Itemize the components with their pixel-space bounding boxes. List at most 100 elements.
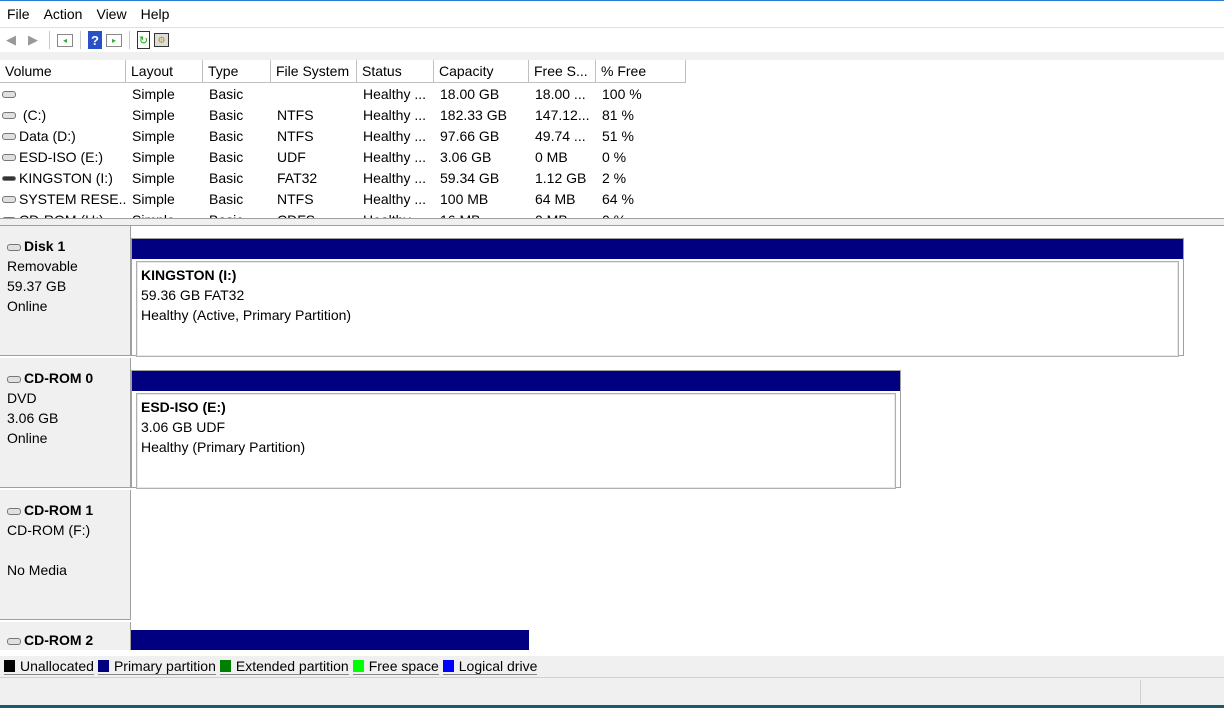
column-header[interactable]: Type (203, 60, 271, 83)
toolbar: ◀ ▶ ◂ ? ▸ ↻ ⚙ (0, 28, 1224, 52)
legend-label: Logical drive (458, 658, 538, 674)
disk-info: DVD (7, 390, 37, 406)
disk-name: CD-ROM 2 (24, 632, 94, 648)
disk-row[interactable]: CD-ROM 0 DVD 3.06 GB Online ESD-ISO (E:) 3.06… (0, 358, 1224, 489)
back-icon[interactable]: ◀ (2, 31, 20, 49)
legend-swatch (442, 660, 454, 672)
legend-item: Extended partition (219, 658, 349, 675)
drive-icon (2, 196, 16, 204)
menu-view[interactable]: View (89, 6, 133, 22)
drive-icon (2, 112, 16, 120)
partition[interactable]: ESD-ISO (E:) 3.06 GB UDF Healthy (Primary … (131, 370, 901, 489)
menu-help[interactable]: Help (134, 6, 177, 22)
disk-row[interactable]: CD-ROM 2 (0, 622, 1224, 650)
disk-info: No Media (7, 562, 67, 578)
help-icon[interactable]: ? (88, 31, 102, 49)
cell: 1.12 GB (535, 169, 587, 186)
volume-name: KINGSTON (I:) (19, 169, 113, 186)
legend-swatch (352, 660, 364, 672)
cell: Simple (132, 169, 175, 186)
status-bar (0, 680, 1224, 705)
cell: 182.33 GB (440, 106, 507, 123)
cell: 100 % (602, 85, 642, 102)
volume-row[interactable]: ESD-ISO (E:) Simple Basic UDF Healthy ... 3.0… (0, 146, 1224, 167)
cell: FAT32 (277, 169, 318, 186)
column-header[interactable]: Free S... (529, 60, 596, 83)
volume-row[interactable]: (C:) Simple Basic NTFS Healthy ... 182.33 GB 1… (0, 104, 1224, 125)
disk-name: CD-ROM 0 (24, 370, 94, 386)
volume-list[interactable]: Volume Layout Type File System Status Capacit… (0, 60, 1224, 218)
partition-size: 3.06 GB UDF (141, 419, 226, 435)
volume-row[interactable]: Simple Basic Healthy ... 18.00 GB 18.00 ... 1… (0, 83, 1224, 104)
legend: Unallocated Primary partition Extended par… (0, 656, 1224, 678)
partition[interactable]: KINGSTON (I:) 59.36 GB FAT32 Healthy (Acti… (131, 238, 1184, 357)
column-header[interactable]: Status (357, 60, 434, 83)
cell: NTFS (277, 106, 314, 123)
column-header[interactable]: File System (271, 60, 357, 83)
cell: Simple (132, 106, 175, 123)
legend-swatch (97, 660, 109, 672)
disk-row[interactable]: Disk 1 Removable 59.37 GB Online KINGSTON (I… (0, 226, 1224, 357)
disk-info: Online (7, 298, 48, 314)
cdrom-icon (2, 154, 16, 162)
drive-icon (2, 176, 16, 182)
legend-label: Free space (368, 658, 439, 674)
cell: Basic (209, 169, 244, 186)
partition-bar (132, 371, 900, 391)
forward-icon[interactable]: ▶ (24, 31, 42, 49)
drive-icon (2, 133, 16, 141)
disk-label[interactable]: CD-ROM 2 (0, 622, 131, 650)
pane-splitter[interactable] (0, 218, 1224, 226)
cdrom-icon (7, 507, 21, 515)
cell: 18.00 GB (440, 85, 500, 102)
legend-label: Extended partition (235, 658, 349, 674)
refresh-icon[interactable]: ↻ (137, 31, 150, 49)
cell: 147.12... (535, 106, 590, 123)
legend-swatch (4, 660, 15, 672)
cell: 0 MB (535, 148, 568, 165)
disk-name: CD-ROM 1 (24, 502, 94, 518)
list-header: Volume Layout Type File System Status Capacit… (0, 60, 1224, 83)
cell: Basic (209, 148, 244, 165)
cell: 51 % (602, 127, 634, 144)
partition-size: 59.36 GB FAT32 (141, 287, 245, 303)
volume-row[interactable]: CD-ROM (H:)SimpleBasicCDFSHealthy ...16 … (0, 209, 1224, 218)
action-pane-icon[interactable]: ▸ (106, 33, 122, 47)
column-header[interactable]: % Free (596, 60, 686, 83)
drive-icon (7, 243, 21, 251)
partition-status: Healthy (Primary Partition) (141, 439, 306, 455)
cell: Simple (132, 190, 175, 207)
disk-label[interactable]: CD-ROM 0 DVD 3.06 GB Online (0, 358, 131, 488)
cell: 64 % (602, 190, 634, 207)
cdrom-icon (7, 637, 21, 645)
cell: Healthy ... (363, 127, 427, 144)
cell: Healthy ... (363, 148, 427, 165)
properties-icon[interactable]: ⚙ (154, 33, 169, 47)
partition[interactable] (131, 630, 529, 650)
cell: 100 MB (440, 190, 489, 207)
column-header[interactable]: Capacity (434, 60, 529, 83)
disk-label[interactable]: CD-ROM 1 CD-ROM (F:) No Media (0, 490, 131, 620)
partition-status: Healthy (Active, Primary Partition) (141, 307, 352, 323)
cell: 49.74 ... (535, 127, 586, 144)
cell: 59.34 GB (440, 169, 500, 186)
column-header[interactable]: Volume (0, 60, 126, 83)
partition-title: ESD-ISO (E:) (141, 399, 226, 415)
menu-file[interactable]: File (0, 6, 37, 22)
disk-info: CD-ROM (F:) (7, 522, 91, 538)
legend-swatch (219, 660, 231, 672)
disk-map: Disk 1 Removable 59.37 GB Online KINGSTON (I… (0, 226, 1224, 656)
disk-row[interactable]: CD-ROM 1 CD-ROM (F:) No Media (0, 490, 1224, 620)
disk-label[interactable]: Disk 1 Removable 59.37 GB Online (0, 226, 131, 356)
volume-row[interactable]: Data (D:) Simple Basic NTFS Healthy ... 97.66… (0, 125, 1224, 146)
drive-icon (2, 91, 16, 99)
column-header[interactable]: Layout (126, 60, 203, 83)
cell: NTFS (277, 190, 314, 207)
menu-action[interactable]: Action (37, 6, 90, 22)
volume-row[interactable]: SYSTEM RESE... Simple Basic NTFS Healthy ...… (0, 188, 1224, 209)
volume-row[interactable]: KINGSTON (I:) Simple Basic FAT32 Healthy ...… (0, 167, 1224, 188)
console-tree-icon[interactable]: ◂ (57, 33, 73, 47)
cell: Healthy ... (363, 169, 427, 186)
menu-bar: File Action View Help (0, 0, 1224, 28)
toolbar-divider (80, 31, 81, 49)
